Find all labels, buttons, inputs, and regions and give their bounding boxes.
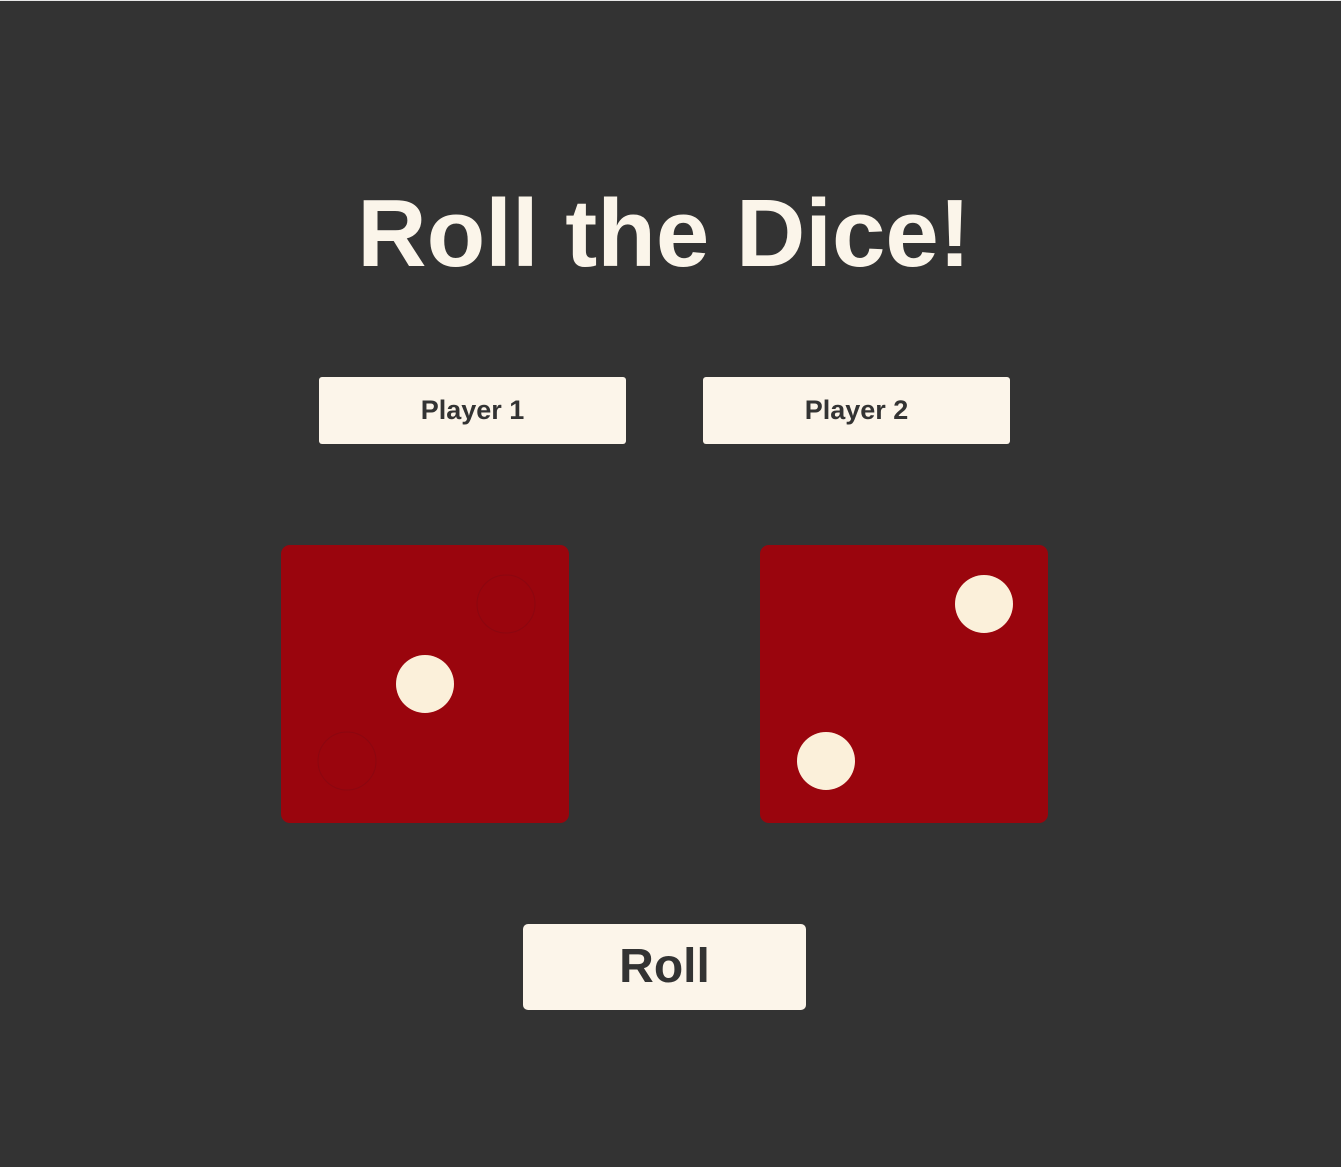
player-2-die xyxy=(760,545,1048,823)
die-pip xyxy=(955,575,1013,633)
roll-button[interactable]: Roll xyxy=(523,924,806,1010)
player-1-button[interactable]: Player 1 xyxy=(319,377,626,444)
player-2-button[interactable]: Player 2 xyxy=(703,377,1010,444)
die-pip xyxy=(797,732,855,790)
die-pip xyxy=(396,655,454,713)
die-pip-faint xyxy=(317,731,377,791)
player-1-die xyxy=(281,545,569,823)
die-pip-faint xyxy=(476,574,536,634)
page-title: Roll the Dice! xyxy=(357,180,971,287)
